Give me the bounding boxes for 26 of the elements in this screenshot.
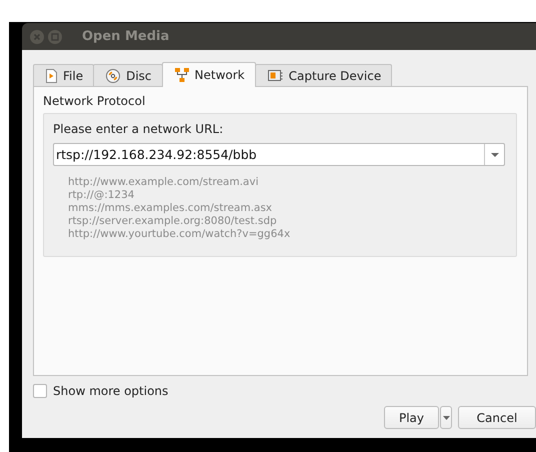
document-icon (46, 68, 57, 82)
field-label: Please enter a network URL: (53, 122, 224, 136)
group-title: Network Protocol (43, 94, 146, 108)
example-url: rtp://@:1234 (68, 189, 136, 202)
example-url: mms://mms.examples.com/stream.asx (68, 202, 274, 215)
play-button[interactable]: Play (384, 406, 439, 429)
window-title: Open Media (82, 29, 170, 44)
maximize-icon[interactable] (48, 30, 62, 44)
example-url: http://www.yourtube.com/watch?v=gg64x (68, 228, 292, 241)
tab[interactable]: Network (162, 62, 256, 87)
tab[interactable]: File (33, 64, 94, 86)
cancel-button[interactable]: Cancel (458, 406, 536, 429)
network-icon (174, 68, 189, 82)
checkbox-label[interactable]: Show more options (53, 384, 168, 398)
tab[interactable]: Capture Device (254, 64, 392, 86)
example-url: http://www.example.com/stream.avi (68, 176, 260, 189)
close-icon[interactable] (30, 30, 44, 44)
capture-card-icon (268, 69, 283, 82)
dropdown-button[interactable] (440, 406, 452, 429)
disc-icon (106, 68, 120, 82)
url-combo-field[interactable]: rtsp://192.168.234.92:8554/bbb (53, 143, 505, 166)
caret-icon (442, 416, 450, 420)
dropdown-arrow-icon[interactable] (490, 152, 498, 156)
example-url: rtsp://server.example.org:8080/test.sdp (68, 215, 278, 228)
tab[interactable]: Disc (93, 64, 163, 86)
checkbox[interactable] (33, 384, 47, 398)
